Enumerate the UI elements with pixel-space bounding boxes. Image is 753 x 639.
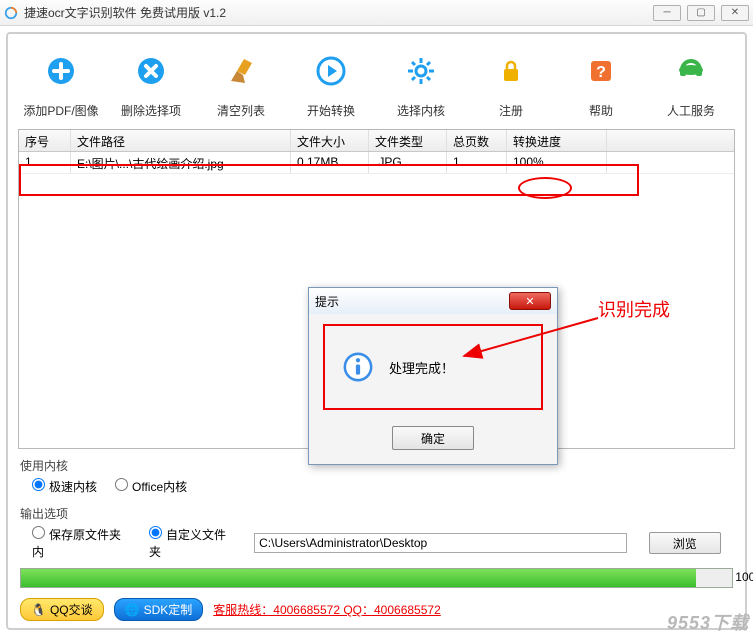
app-icon [4, 6, 18, 20]
globe-icon: 🌐 [125, 603, 140, 617]
col-type: 文件类型 [369, 130, 447, 151]
titlebar: 捷速ocr文字识别软件 免费试用版 v1.2 ─ ▢ ✕ [0, 0, 753, 26]
annotation-arrow [458, 314, 618, 374]
table-header: 序号 文件路径 文件大小 文件类型 总页数 转换进度 [19, 130, 734, 152]
output-label: 输出选项 [20, 505, 733, 522]
start-convert-button[interactable]: 开始转换 [286, 44, 376, 119]
info-icon [341, 350, 375, 384]
hotline-text: 客服热线：4006685572 QQ：4006685572 [213, 601, 440, 618]
dialog-title: 提示 [315, 293, 339, 310]
progress-percent: 100% [735, 570, 753, 584]
progress-highlight [518, 177, 572, 199]
register-button[interactable]: 注册 [466, 44, 556, 119]
x-icon [124, 44, 178, 98]
close-button[interactable]: ✕ [721, 5, 749, 21]
toolbar: 添加PDF/图像删除选择项清空列表开始转换选择内核注册?帮助人工服务 [8, 34, 745, 123]
output-path-input[interactable] [254, 533, 626, 553]
plus-icon [34, 44, 88, 98]
engine-office-radio[interactable]: Office内核 [115, 478, 187, 495]
gear-icon [394, 44, 448, 98]
output-same-folder-radio[interactable]: 保存原文件夹内 [32, 526, 131, 560]
dialog-message: 处理完成！ [389, 358, 454, 377]
qq-chat-button[interactable]: 🐧QQ交谈 [20, 598, 104, 621]
help-button[interactable]: ?帮助 [556, 44, 646, 119]
lock-icon [484, 44, 538, 98]
dialog-ok-button[interactable]: 确定 [392, 426, 474, 450]
dialog-close-button[interactable]: ✕ [509, 292, 551, 310]
svg-text:?: ? [596, 64, 606, 81]
play-icon [304, 44, 358, 98]
qq-icon: 🐧 [31, 603, 46, 617]
col-size: 文件大小 [291, 130, 369, 151]
col-progress: 转换进度 [507, 130, 607, 151]
browse-button[interactable]: 浏览 [649, 532, 722, 554]
clear-list-button[interactable]: 清空列表 [196, 44, 286, 119]
watermark: 9553下载 [667, 609, 749, 635]
output-custom-folder-radio[interactable]: 自定义文件夹 [149, 526, 236, 560]
col-idx: 序号 [19, 130, 71, 151]
progress-fill [21, 569, 696, 587]
minimize-button[interactable]: ─ [653, 5, 681, 21]
add-file-button[interactable]: 添加PDF/图像 [16, 44, 106, 119]
sdk-button[interactable]: 🌐SDK定制 [114, 598, 204, 621]
broom-icon [214, 44, 268, 98]
engine-fast-radio[interactable]: 极速内核 [32, 478, 97, 495]
maximize-button[interactable]: ▢ [687, 5, 715, 21]
support-button[interactable]: 人工服务 [646, 44, 736, 119]
phone-icon [664, 44, 718, 98]
progress-bar: 100% [20, 568, 733, 588]
col-path: 文件路径 [71, 130, 291, 151]
window-title: 捷速ocr文字识别软件 免费试用版 v1.2 [24, 4, 226, 21]
help-icon: ? [574, 44, 628, 98]
delete-button[interactable]: 删除选择项 [106, 44, 196, 119]
select-engine-button[interactable]: 选择内核 [376, 44, 466, 119]
col-pages: 总页数 [447, 130, 507, 151]
